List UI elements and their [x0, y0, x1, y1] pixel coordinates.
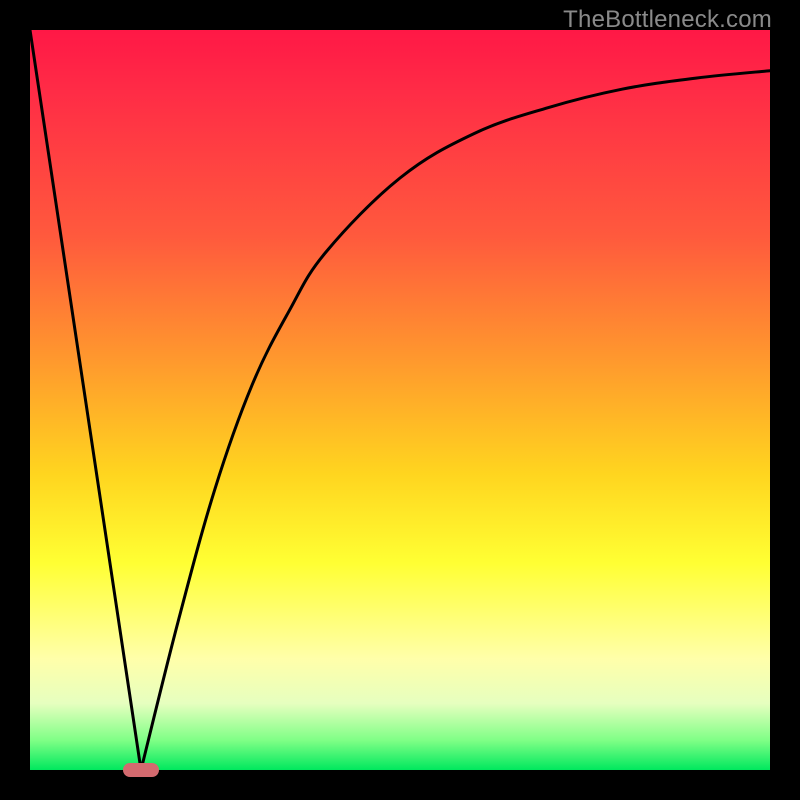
value-curve	[30, 30, 770, 770]
vertex-marker	[123, 763, 159, 777]
chart-frame: TheBottleneck.com	[0, 0, 800, 800]
curve-svg	[30, 30, 770, 770]
plot-area	[30, 30, 770, 770]
